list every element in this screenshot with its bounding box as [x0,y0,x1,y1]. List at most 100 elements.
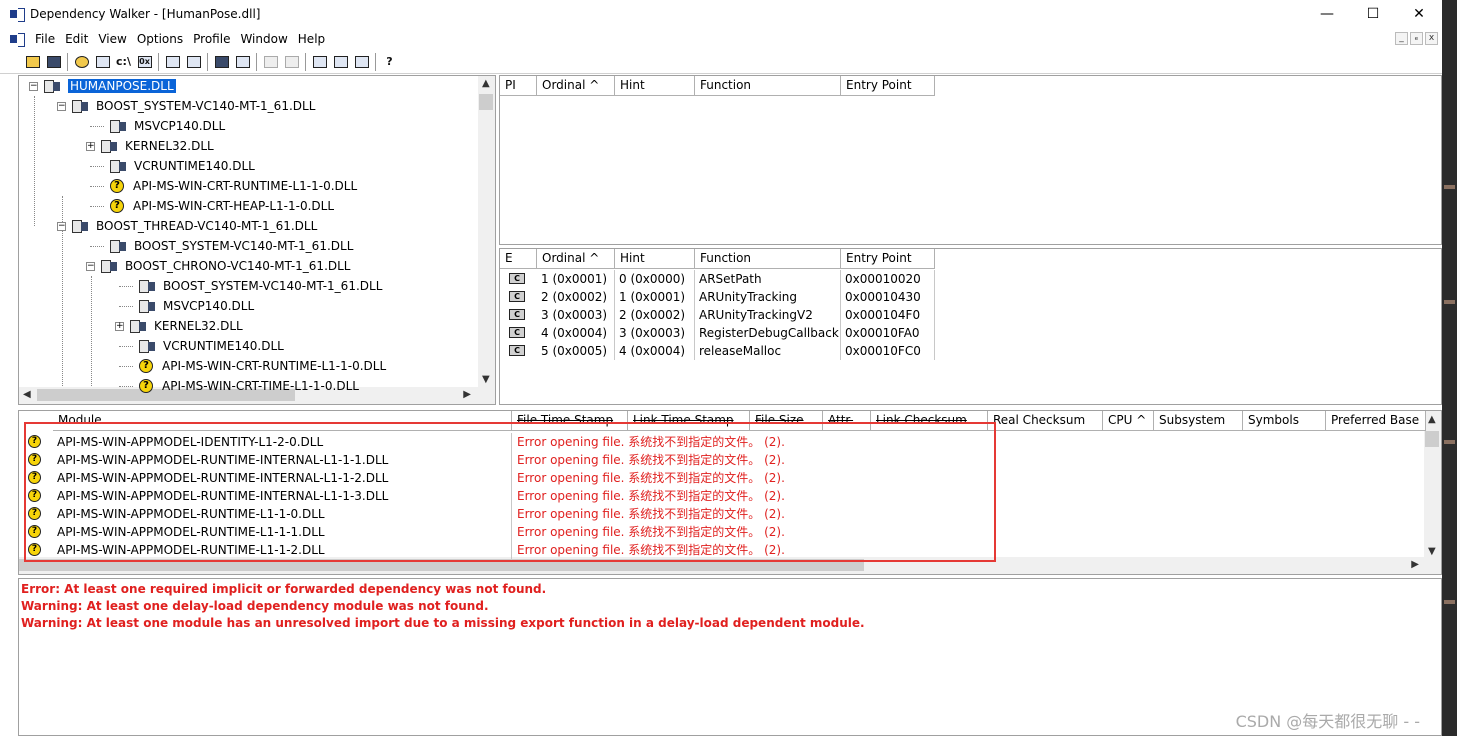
scroll-up-icon[interactable]: ▲ [1428,414,1436,425]
expand-icon[interactable]: + [86,141,95,151]
column-header[interactable]: Hint [615,249,695,269]
export-hint-cell[interactable]: 2 (0x0002) [615,306,695,324]
scroll-left-icon[interactable]: ◀ [23,389,31,400]
menu-window[interactable]: Window [235,32,292,46]
menu-view[interactable]: View [93,32,131,46]
export-ordinal-cell[interactable]: 1 (0x0001) [537,270,615,288]
dependency-tree[interactable]: ▲ ▼ ◀ ▶ − HUMANPOSE.DLL − BOOST_SYSTEM-VC14… [18,75,496,405]
tree-item[interactable]: VCRUNTIME140.DLL [86,156,255,176]
tree-item[interactable]: MSVCP140.DLL [86,116,225,136]
open-button[interactable] [22,52,43,72]
tree-item[interactable]: BOOST_SYSTEM-VC140-MT-1_61.DLL [115,276,382,296]
collapse-icon[interactable]: − [29,81,38,91]
column-header[interactable]: E [500,249,537,269]
column-header[interactable]: Ordinal ^ [537,249,615,269]
export-entry-cell[interactable]: 0x00010020 [841,270,935,288]
tree-item[interactable]: − HUMANPOSE.DLL [29,76,176,96]
tree-item[interactable]: VCRUNTIME140.DLL [115,336,284,356]
full-path-button[interactable]: c:\ [113,52,134,72]
scroll-thumb[interactable] [1425,431,1439,447]
parent-imports-grid[interactable]: PI Ordinal ^ Hint Function Entry Point [499,75,1442,245]
export-function-cell[interactable]: ARUnityTracking [695,288,841,306]
scroll-right-icon[interactable]: ▶ [1411,559,1419,570]
help-button[interactable]: ? [379,52,400,72]
export-hint-cell[interactable]: 0 (0x0000) [615,270,695,288]
export-ordinal-cell[interactable]: 3 (0x0003) [537,306,615,324]
menu-options[interactable]: Options [132,32,188,46]
tree-item[interactable]: ? API-MS-WIN-CRT-RUNTIME-L1-1-0.DLL [86,176,357,196]
export-hint-cell[interactable]: 4 (0x0004) [615,342,695,360]
column-header[interactable]: Entry Point [841,249,935,269]
column-header[interactable]: PI [500,76,537,96]
maximize-button[interactable]: ☐ [1350,0,1396,28]
export-function-cell[interactable]: releaseMalloc [695,342,841,360]
tree-item[interactable]: − BOOST_THREAD-VC140-MT-1_61.DLL [57,216,317,236]
tree-item[interactable]: + KERNEL32.DLL [86,136,214,156]
scroll-thumb[interactable] [479,94,493,110]
search-button[interactable] [232,52,253,72]
scroll-up-icon[interactable]: ▲ [482,78,490,89]
tree-item[interactable]: ? API-MS-WIN-CRT-RUNTIME-L1-1-0.DLL [115,356,386,376]
export-function-cell[interactable]: ARUnityTrackingV2 [695,306,841,324]
column-header[interactable]: Function [695,249,841,269]
collapse-icon[interactable]: − [57,221,66,231]
export-ordinal-cell[interactable]: 2 (0x0002) [537,288,615,306]
tile-horizontal-button[interactable] [330,52,351,72]
column-header[interactable]: Entry Point [841,76,935,96]
configure-button[interactable] [162,52,183,72]
export-hint-cell[interactable]: 3 (0x0003) [615,324,695,342]
prev-button[interactable] [260,52,281,72]
scroll-right-icon[interactable]: ▶ [463,389,471,400]
mdi-minimize-button[interactable]: _ [1395,32,1408,45]
module-vertical-scrollbar[interactable]: ▲ ▼ [1424,411,1441,559]
collapse-icon[interactable]: − [86,261,95,271]
mdi-restore-button[interactable]: ₑ [1410,32,1423,45]
menu-file[interactable]: File [30,32,60,46]
tree-item[interactable]: ? API-MS-WIN-CRT-HEAP-L1-1-0.DLL [86,196,334,216]
scroll-down-icon[interactable]: ▼ [482,374,490,385]
column-header[interactable]: Ordinal ^ [537,76,615,96]
menu-profile[interactable]: Profile [188,32,235,46]
export-ordinal-cell[interactable]: 5 (0x0005) [537,342,615,360]
cascade-button[interactable] [309,52,330,72]
module-column-header[interactable]: CPU ^ [1103,411,1154,431]
export-entry-cell[interactable]: 0x00010FC0 [841,342,935,360]
export-entry-cell[interactable]: 0x000104F0 [841,306,935,324]
close-button[interactable]: ✕ [1396,0,1442,28]
document-icon[interactable] [10,33,25,47]
module-column-header[interactable]: Real Checksum [988,411,1103,431]
export-hint-cell[interactable]: 1 (0x0001) [615,288,695,306]
menu-edit[interactable]: Edit [60,32,93,46]
export-function-cell[interactable]: ARSetPath [695,270,841,288]
export-entry-cell[interactable]: 0x00010430 [841,288,935,306]
find-button[interactable] [71,52,92,72]
tree-item[interactable]: BOOST_SYSTEM-VC140-MT-1_61.DLL [86,236,353,256]
scroll-down-icon[interactable]: ▼ [1428,546,1436,557]
tree-item[interactable]: ? API-MS-WIN-CRT-TIME-L1-1-0.DLL [115,376,359,396]
properties-button[interactable] [183,52,204,72]
hex-button[interactable]: 0x [134,52,155,72]
tree-vertical-scrollbar[interactable]: ▲ ▼ [478,76,495,387]
minimize-button[interactable]: — [1304,0,1350,28]
export-function-cell[interactable]: RegisterDebugCallback [695,324,841,342]
menu-help[interactable]: Help [293,32,330,46]
copy-button[interactable] [92,52,113,72]
tile-vertical-button[interactable] [351,52,372,72]
mdi-close-button[interactable]: x [1425,32,1438,45]
exports-grid[interactable]: E Ordinal ^ Hint Function Entry Point C 1 (0x0… [499,248,1442,405]
module-column-header[interactable]: Symbols [1243,411,1326,431]
column-header[interactable]: Hint [615,76,695,96]
export-entry-cell[interactable]: 0x00010FA0 [841,324,935,342]
view-module-button[interactable] [211,52,232,72]
next-button[interactable] [281,52,302,72]
save-button[interactable] [43,52,64,72]
collapse-icon[interactable]: − [57,101,66,111]
tree-item[interactable]: + KERNEL32.DLL [115,316,243,336]
column-header[interactable]: Function [695,76,841,96]
expand-icon[interactable]: + [115,321,124,331]
tree-item[interactable]: − BOOST_SYSTEM-VC140-MT-1_61.DLL [57,96,315,116]
module-column-header[interactable]: Subsystem [1154,411,1243,431]
tree-item[interactable]: MSVCP140.DLL [115,296,254,316]
tree-item[interactable]: − BOOST_CHRONO-VC140-MT-1_61.DLL [86,256,351,276]
module-column-header[interactable]: Preferred Base [1326,411,1426,431]
